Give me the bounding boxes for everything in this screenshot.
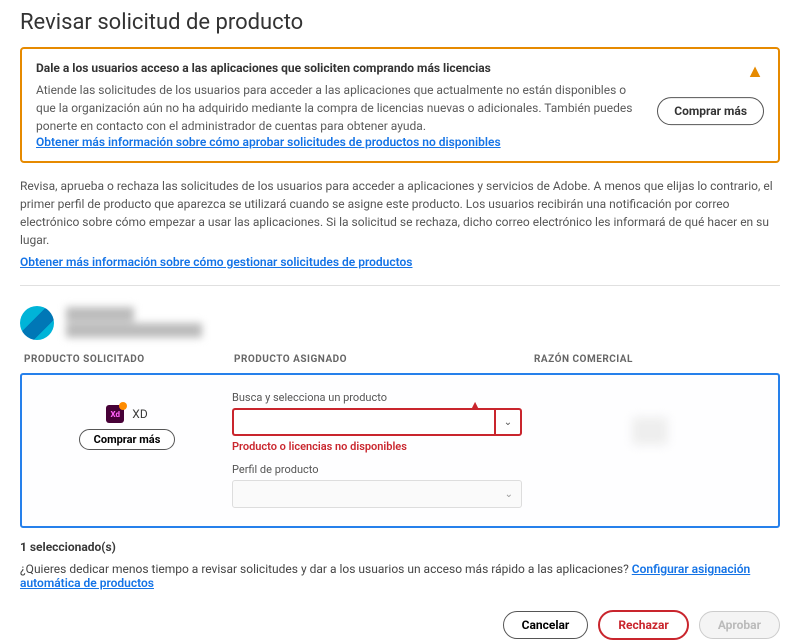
alert-body: Atiende las solicitudes de los usuarios … <box>36 81 764 135</box>
license-alert: ▲ Dale a los usuarios acceso a las aplic… <box>20 47 780 163</box>
profile-label: Perfil de producto <box>232 463 522 476</box>
user-identity: ████████ ████████████████ <box>66 307 202 338</box>
profile-select[interactable]: ⌄ <box>232 480 522 508</box>
divider <box>20 285 780 286</box>
assigned-product-cell: Busca y selecciona un producto ▲ ⌄ Produ… <box>232 391 522 508</box>
reject-button[interactable]: Rechazar <box>598 610 688 640</box>
product-search-input[interactable] <box>232 408 494 436</box>
avatar <box>20 306 54 340</box>
cancel-button[interactable]: Cancelar <box>503 611 589 639</box>
reason-blurred <box>632 417 668 445</box>
approve-button: Aprobar <box>699 611 780 639</box>
col-assigned-header: PRODUCTO ASIGNADO <box>234 354 524 373</box>
xd-icon: Xd <box>106 405 124 423</box>
buy-more-button[interactable]: Comprar más <box>657 97 764 125</box>
alert-learn-more-link[interactable]: Obtener más información sobre cómo aprob… <box>36 135 501 149</box>
page-description: Revisa, aprueba o rechaza las solicitude… <box>20 177 780 249</box>
manage-requests-link[interactable]: Obtener más información sobre cómo gesti… <box>20 255 412 269</box>
product-error-text: Producto o licencias no disponibles <box>232 440 522 453</box>
requested-product-cell: Xd XD Comprar más <box>32 391 222 450</box>
input-warning-icon: ▲ <box>468 397 482 414</box>
chevron-down-icon: ⌄ <box>505 489 513 500</box>
user-row: ████████ ████████████████ <box>20 298 780 354</box>
reason-cell <box>532 391 768 445</box>
col-reason-header: RAZÓN COMERCIAL <box>534 354 776 373</box>
col-requested-header: PRODUCTO SOLICITADO <box>24 354 224 373</box>
selection-count: 1 seleccionado(s) <box>20 540 780 554</box>
product-dropdown-toggle[interactable]: ⌄ <box>494 408 522 436</box>
requested-product-name: XD <box>132 407 147 421</box>
request-row-selected[interactable]: Xd XD Comprar más Busca y selecciona un … <box>20 373 780 528</box>
page-title: Revisar solicitud de producto <box>20 10 780 35</box>
auto-assign-row: ¿Quieres dedicar menos tiempo a revisar … <box>20 562 780 590</box>
warning-icon: ▲ <box>746 61 764 82</box>
alert-title: Dale a los usuarios acceso a las aplicac… <box>36 61 764 75</box>
footer-actions: Cancelar Rechazar Aprobar <box>20 610 780 640</box>
row-buy-more-button[interactable]: Comprar más <box>79 429 176 450</box>
